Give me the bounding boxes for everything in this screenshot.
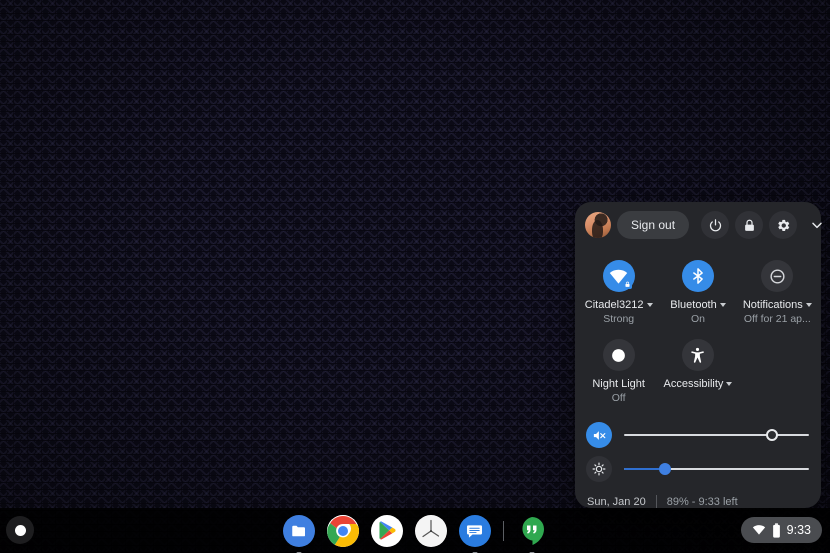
tile-accessibility[interactable]: Accessibility (658, 335, 737, 404)
tray-status-row: Sun, Jan 20 89% - 9:33 left (575, 486, 821, 508)
hangouts-app-icon[interactable] (516, 515, 548, 553)
bluetooth-icon (681, 260, 714, 292)
shelf: 9:33 (0, 508, 830, 553)
chevron-down-icon[interactable] (805, 303, 812, 307)
system-tray-panel: Sign out Citadel3212 Strong Bluetooth On… (575, 202, 822, 508)
brightness-slider-thumb[interactable] (658, 463, 671, 475)
lock-icon[interactable] (735, 211, 764, 239)
chevron-down-icon[interactable] (726, 382, 733, 386)
system-tray-top-bar: Sign out (575, 202, 822, 248)
brightness-icon[interactable] (586, 456, 612, 482)
gear-icon[interactable] (769, 211, 798, 239)
messages-app-icon[interactable] (458, 514, 491, 553)
chevron-down-icon[interactable] (719, 303, 726, 307)
sign-out-button[interactable]: Sign out (617, 211, 690, 239)
brightness-slider-row (575, 452, 821, 486)
tile-night-light-label-text: Night Light (592, 378, 645, 390)
feature-tile-row-2: Night Light Off Accessibility (575, 335, 821, 404)
tile-notifications-label: Notifications (743, 299, 812, 311)
status-area-tray[interactable]: 9:33 (740, 517, 822, 543)
shelf-clock: 9:33 (786, 523, 811, 537)
tile-accessibility-label-text: Accessibility (663, 378, 724, 390)
volume-slider-thumb[interactable] (766, 429, 778, 441)
tray-battery-status[interactable]: 89% - 9:33 left (667, 496, 738, 508)
tray-date[interactable]: Sun, Jan 20 (587, 496, 646, 508)
play-store-app-icon[interactable] (370, 514, 403, 547)
clock-app-icon[interactable] (414, 514, 447, 547)
tile-network-sub: Strong (603, 313, 635, 325)
tile-night-light[interactable]: Night Light Off (579, 335, 658, 404)
avatar[interactable] (585, 212, 611, 238)
volume-slider-row (575, 418, 821, 452)
tile-notifications[interactable]: Notifications Off for 21 ap... (738, 256, 817, 325)
shelf-separator (502, 520, 504, 541)
chromeos-desktop: Sign out Citadel3212 Strong Bluetooth On… (0, 0, 830, 553)
shelf-app-list (0, 508, 830, 553)
wifi-locked-icon (602, 260, 635, 292)
tile-bluetooth-label-text: Bluetooth (670, 299, 717, 311)
tile-network-label-text: Citadel3212 (584, 299, 644, 311)
tile-bluetooth[interactable]: Bluetooth On (658, 256, 737, 325)
files-app-icon[interactable] (282, 514, 315, 553)
chrome-app-icon[interactable] (326, 514, 359, 547)
accessibility-icon (681, 339, 714, 371)
tile-night-light-label: Night Light (592, 378, 645, 390)
divider (655, 495, 657, 508)
tile-notifications-label-text: Notifications (742, 299, 803, 311)
volume-muted-icon[interactable] (586, 422, 612, 448)
tile-accessibility-label: Accessibility (664, 378, 733, 390)
feature-tile-row-1: Citadel3212 Strong Bluetooth On Notifica… (575, 256, 821, 325)
chevron-down-icon[interactable] (646, 303, 653, 307)
power-icon[interactable] (701, 211, 730, 239)
volume-slider-rail (624, 434, 809, 436)
wifi-icon (752, 525, 765, 535)
tile-network-label: Citadel3212 (585, 299, 653, 311)
chevron-down-icon[interactable] (803, 211, 830, 239)
tile-network[interactable]: Citadel3212 Strong (579, 256, 658, 325)
do-not-disturb-icon (761, 260, 794, 292)
tile-night-light-sub: Off (611, 392, 626, 404)
brightness-slider[interactable] (624, 461, 809, 477)
volume-slider[interactable] (624, 427, 809, 443)
tile-empty-slot (738, 335, 817, 404)
moon-icon (602, 339, 635, 371)
tile-notifications-sub: Off for 21 ap... (743, 313, 811, 325)
tile-bluetooth-label: Bluetooth (670, 299, 726, 311)
tile-bluetooth-sub: On (690, 313, 705, 325)
battery-icon (772, 522, 780, 538)
